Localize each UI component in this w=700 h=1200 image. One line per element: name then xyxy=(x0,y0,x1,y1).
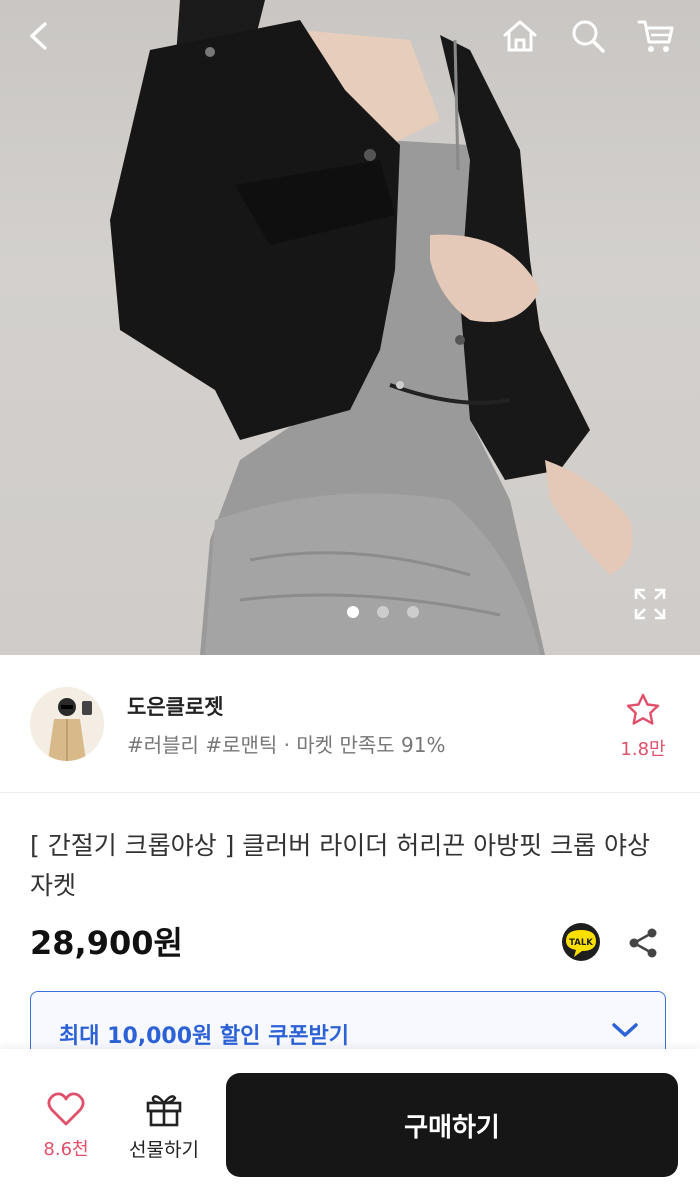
favorite-shop-button[interactable]: 1.8만 xyxy=(612,693,674,761)
product-title: [ 간절기 크롭야상 ] 클러버 라이더 허리끈 아방핏 크롭 야상 자켓 xyxy=(30,831,651,900)
back-arrow-icon xyxy=(30,22,47,50)
share-icon xyxy=(629,928,657,958)
gift-icon xyxy=(146,1095,182,1127)
product-image-gallery[interactable] xyxy=(0,0,700,655)
cart-button[interactable] xyxy=(634,14,678,58)
like-button[interactable]: 8.6천 xyxy=(30,1091,102,1161)
seller-info[interactable]: 도은클로젯 #러블리 #로맨틱 · 마켓 만족도 91% 1.8만 xyxy=(0,655,700,793)
home-icon xyxy=(503,20,537,52)
gallery-dot[interactable] xyxy=(377,606,389,618)
bottom-action-bar: 8.6천 선물하기 구매하기 xyxy=(0,1049,700,1200)
like-count: 8.6천 xyxy=(43,1139,89,1160)
gallery-pagination xyxy=(33,606,700,618)
svg-text:TALK: TALK xyxy=(569,938,593,948)
seller-avatar[interactable] xyxy=(30,687,104,761)
gallery-dot[interactable] xyxy=(347,606,359,618)
seller-name[interactable]: 도은클로젯 xyxy=(127,691,224,721)
buy-button[interactable]: 구매하기 xyxy=(226,1073,678,1177)
expand-icon xyxy=(634,588,666,620)
fullscreen-button[interactable] xyxy=(628,582,672,626)
favorite-count: 1.8만 xyxy=(620,739,666,760)
home-button[interactable] xyxy=(498,14,542,58)
seller-tags: #러블리 #로맨틱 · 마켓 만족도 91% xyxy=(127,733,446,757)
product-price: 28,900원 xyxy=(30,924,183,962)
product-photo xyxy=(110,0,633,655)
chevron-down-icon xyxy=(612,1023,638,1037)
cart-icon xyxy=(637,20,674,52)
star-outline-icon xyxy=(626,693,660,725)
gift-label: 선물하기 xyxy=(129,1139,199,1161)
gallery-dot[interactable] xyxy=(407,606,419,618)
kakao-talk-icon: TALK xyxy=(562,923,600,961)
search-icon xyxy=(572,20,605,53)
share-button[interactable] xyxy=(622,922,664,964)
gift-button[interactable]: 선물하기 xyxy=(118,1091,210,1162)
coupon-label: 최대 10,000원 할인 쿠폰받기 xyxy=(59,1024,350,1049)
search-button[interactable] xyxy=(566,14,610,58)
heart-outline-icon xyxy=(47,1092,85,1126)
back-button[interactable] xyxy=(18,14,62,58)
kakao-talk-button[interactable]: TALK xyxy=(560,922,602,964)
